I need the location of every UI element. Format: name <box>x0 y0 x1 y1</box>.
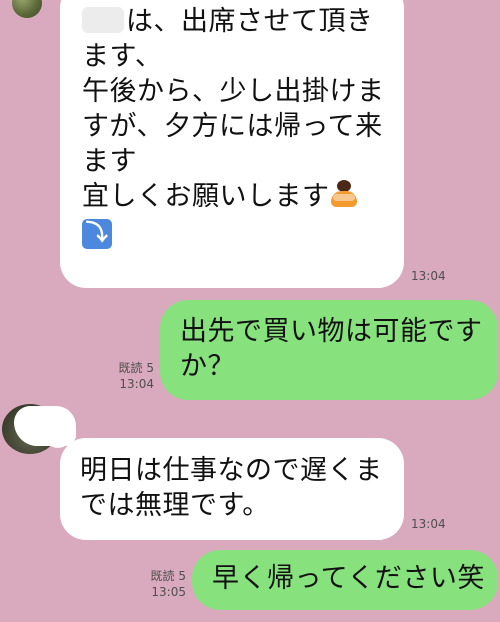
message-timestamp: 13:04 <box>119 377 154 391</box>
redaction-mark <box>14 406 76 448</box>
message-line: すが、夕方には帰って来 <box>82 111 383 142</box>
read-receipt: 既読 5 <box>118 361 154 375</box>
message-line: では無理です。 <box>80 490 270 521</box>
message-line: 出先で買い物は可能です <box>180 316 483 347</box>
message-line: は、出席させて頂き <box>82 4 384 39</box>
sender-avatar[interactable] <box>12 0 42 18</box>
message-timestamp: 13:04 <box>411 269 446 283</box>
message-bubble-incoming[interactable]: は、出席させて頂き ます、 午後から、少し出掛けま すが、夕方には帰って来 ます… <box>60 0 404 288</box>
message-line: か？ <box>180 351 235 382</box>
message-line: 宜しくお願いします <box>82 179 384 214</box>
message-bubble-outgoing[interactable]: 早く帰ってください笑 <box>192 550 498 610</box>
person-bowing-emoji-icon <box>330 180 358 208</box>
message-bubble-outgoing[interactable]: 出先で買い物は可能です か？ <box>160 300 498 400</box>
arrow-down-right-icon: ⤵ <box>82 219 112 249</box>
read-receipt: 既読 5 <box>150 569 186 583</box>
message-line: ます <box>82 146 137 177</box>
redacted-name <box>82 7 124 33</box>
message-line: 午後から、少し出掛けま <box>82 76 385 107</box>
message-line: ます、 <box>82 41 163 72</box>
message-bubble-incoming[interactable]: 明日は仕事なので遅くま では無理です。 <box>60 438 404 540</box>
message-line: ⤵ <box>82 214 384 249</box>
message-timestamp: 13:05 <box>151 585 186 599</box>
message-timestamp: 13:04 <box>411 517 446 531</box>
message-line: 明日は仕事なので遅くま <box>80 455 383 486</box>
message-line: 早く帰ってください笑 <box>212 563 485 594</box>
